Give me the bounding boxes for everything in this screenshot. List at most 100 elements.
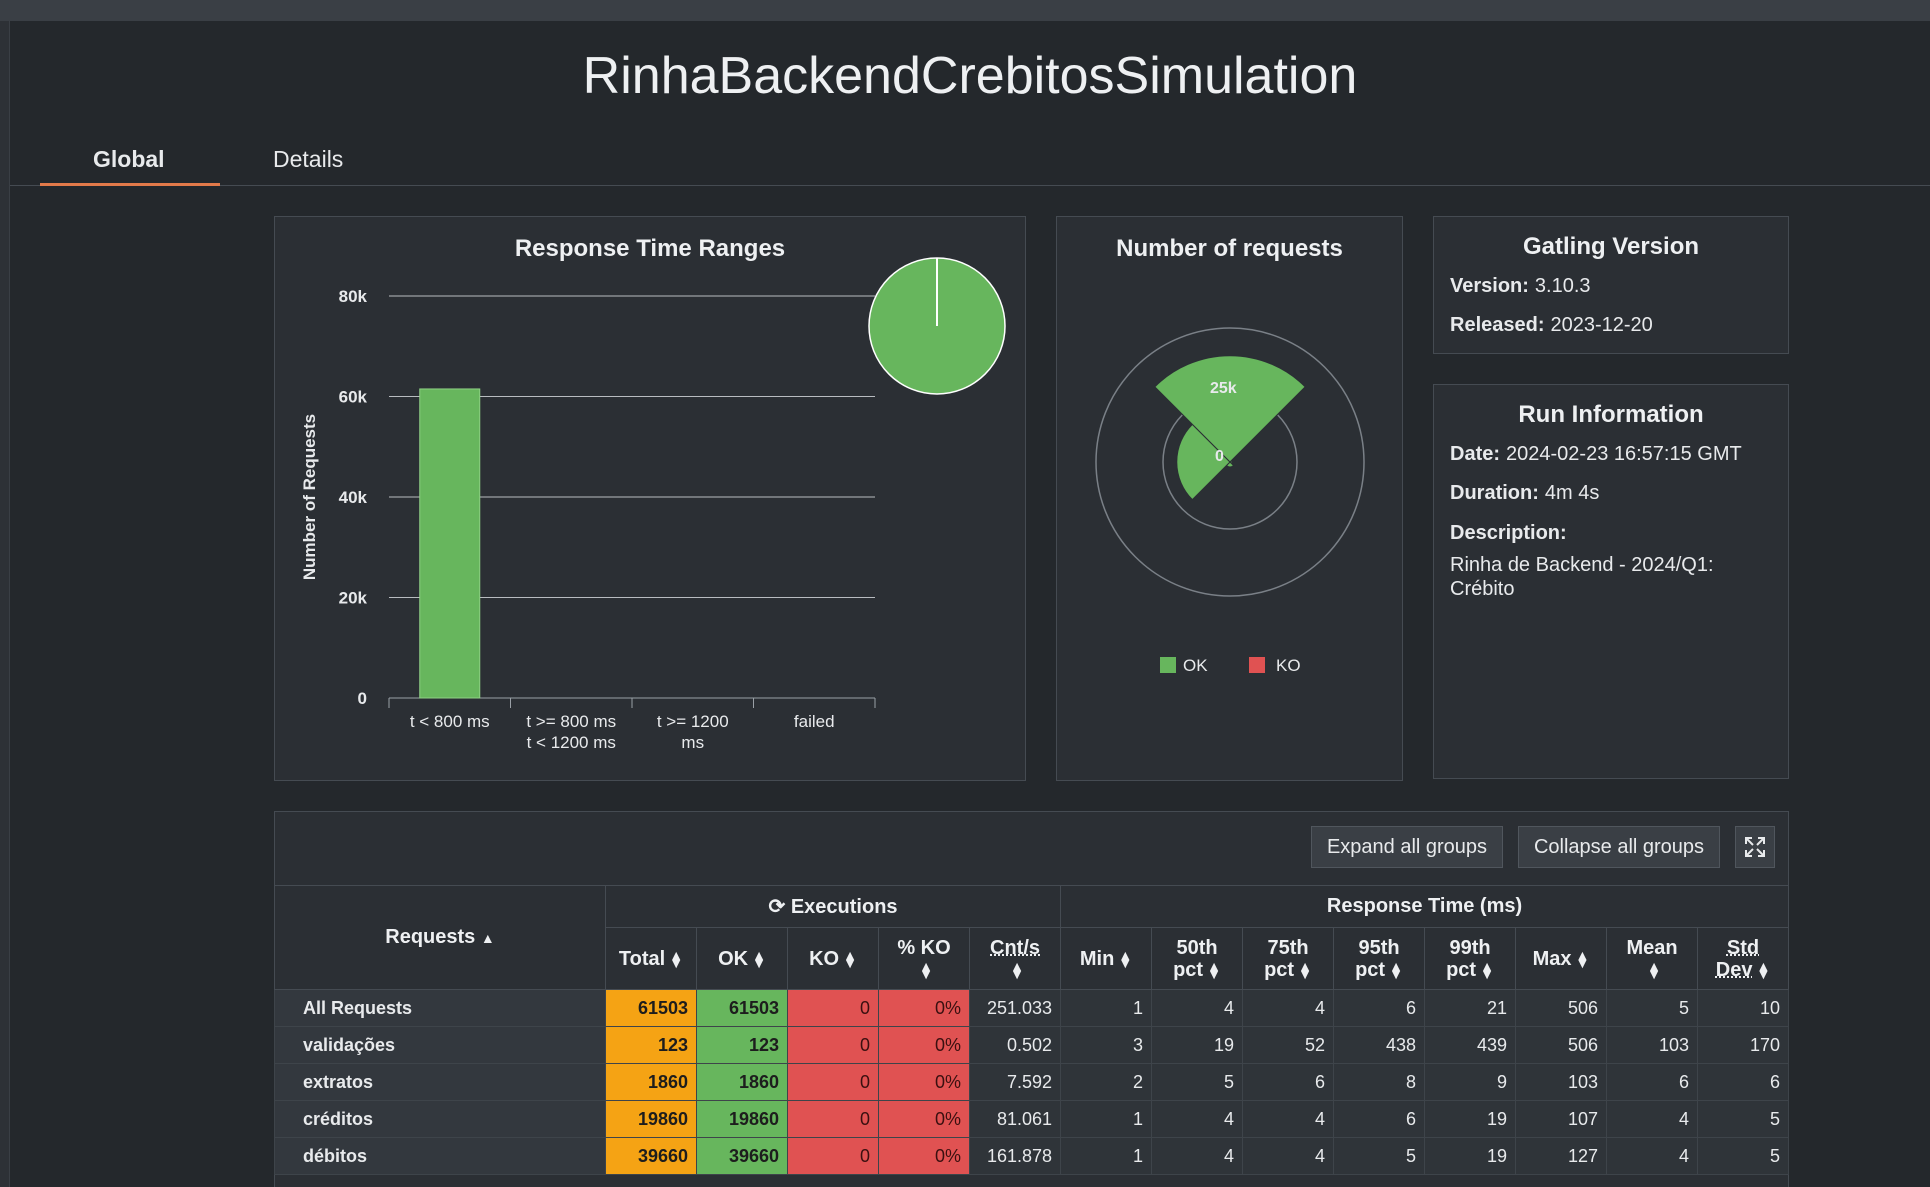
- version-row: Version: 3.10.3: [1450, 275, 1591, 298]
- requests-header[interactable]: Requests ▲: [274, 885, 606, 990]
- cell-ko: 0: [787, 1026, 879, 1064]
- cell-std: 170: [1697, 1026, 1790, 1064]
- left-sidebar: [0, 21, 10, 1187]
- sort-icon: ▲ ▼: [1575, 947, 1590, 972]
- cell-p95: 8: [1333, 1063, 1426, 1101]
- cell-ok: 39660: [696, 1137, 788, 1175]
- col-50th-pct[interactable]: 50th pct ▲ ▼: [1151, 927, 1244, 990]
- released-value: 2023-12-20: [1550, 314, 1653, 336]
- cell-p95: 6: [1333, 989, 1426, 1027]
- cell-max: 127: [1515, 1137, 1608, 1175]
- table-row[interactable]: débitos 39660 39660 0 0% 161.878 1 4 4 5 19 127 4 5: [274, 1137, 1790, 1175]
- tab-global[interactable]: Global: [93, 146, 165, 185]
- cell-pko: 0%: [878, 1063, 970, 1101]
- cell-p99: 9: [1424, 1063, 1517, 1101]
- cell-mean: 5: [1606, 989, 1699, 1027]
- request-name[interactable]: All Requests: [274, 989, 606, 1027]
- version-label: Version:: [1450, 275, 1529, 297]
- cell-total: 123: [605, 1026, 697, 1064]
- cell-cnt: 7.592: [968, 1063, 1062, 1101]
- table-row[interactable]: créditos 19860 19860 0 0% 81.061 1 4 4 6 19 107 4 5: [274, 1100, 1790, 1138]
- col-95th-pct[interactable]: 95th pct ▲ ▼: [1333, 927, 1426, 990]
- col-mean[interactable]: Mean ▲ ▼: [1606, 927, 1699, 990]
- description-value: Rinha de Backend - 2024/Q1: Crébito: [1450, 554, 1714, 600]
- col-cnt-s[interactable]: Cnt/s ▲ ▼: [968, 927, 1062, 990]
- cell-std: 5: [1697, 1100, 1790, 1138]
- duration-label: Duration:: [1450, 482, 1539, 504]
- cell-total: 61503: [605, 989, 697, 1027]
- cell-p95: 5: [1333, 1137, 1426, 1175]
- col-max[interactable]: Max ▲ ▼: [1515, 927, 1608, 990]
- date-label: Date:: [1450, 443, 1501, 465]
- cell-mean: 4: [1606, 1137, 1699, 1175]
- col-ok[interactable]: OK ▲ ▼: [696, 927, 788, 990]
- cell-ko: 0: [787, 989, 879, 1027]
- number-of-requests-chart: 25k 0 OK KO: [1095, 327, 1365, 675]
- request-name[interactable]: créditos: [274, 1100, 606, 1138]
- col-pct-label: pct: [1264, 958, 1295, 981]
- y-tick-label: 20k: [339, 589, 368, 608]
- date-row: Date: 2024-02-23 16:57:15 GMT: [1450, 443, 1742, 466]
- cell-p95: 6: [1333, 1100, 1426, 1138]
- bar: [419, 388, 481, 699]
- cell-max: 103: [1515, 1063, 1608, 1101]
- number-of-requests-panel: Number of requests 25k 0 OK KO: [1056, 216, 1403, 781]
- cell-pko: 0%: [878, 1100, 970, 1138]
- request-name[interactable]: validações: [274, 1026, 606, 1064]
- sort-icon: ▲ ▼: [1480, 958, 1494, 983]
- cell-mean: 6: [1606, 1063, 1699, 1101]
- x-tick-label: ms: [681, 733, 704, 752]
- col-ko[interactable]: KO ▲ ▼: [787, 927, 879, 990]
- y-tick-label: 60k: [339, 388, 368, 407]
- cell-p99: 19: [1424, 1137, 1517, 1175]
- response-time-ranges-chart: 0 20k 40k 60k 80k t < 800 ms t >= 800 ms t < 1…: [300, 257, 1006, 752]
- cell-total: 19860: [605, 1100, 697, 1138]
- fullscreen-button[interactable]: [1735, 826, 1775, 868]
- cell-min: 1: [1060, 1100, 1153, 1138]
- table-row[interactable]: extratos 1860 1860 0 0% 7.592 2 5 6 8 9 103 6 6: [274, 1063, 1790, 1101]
- active-tab-indicator: [40, 183, 220, 186]
- col-pct-ko[interactable]: % KO ▲ ▼: [878, 927, 970, 990]
- cell-max: 107: [1515, 1100, 1608, 1138]
- y-tick-label: 0: [358, 689, 367, 708]
- cell-p50: 4: [1151, 1137, 1244, 1175]
- expand-all-groups-button[interactable]: Expand all groups: [1311, 826, 1503, 868]
- cell-p95: 438: [1333, 1026, 1426, 1064]
- cell-p75: 52: [1242, 1026, 1335, 1064]
- col-total-label: Total: [618, 947, 666, 970]
- response-time-group-header: Response Time (ms): [1060, 885, 1790, 928]
- table-row[interactable]: All Requests 61503 61503 0 0% 251.033 1 4 4 6 21 50…: [274, 989, 1790, 1027]
- collapse-all-groups-button[interactable]: Collapse all groups: [1518, 826, 1720, 868]
- col-min[interactable]: Min ▲ ▼: [1060, 927, 1153, 990]
- col-75th-pct[interactable]: 75th pct ▲ ▼: [1242, 927, 1335, 990]
- col-99th-pct[interactable]: 99th pct ▲ ▼: [1424, 927, 1517, 990]
- cell-cnt: 0.502: [968, 1026, 1062, 1064]
- request-name[interactable]: débitos: [274, 1137, 606, 1175]
- executions-label: Executions: [790, 896, 898, 918]
- legend-ok-swatch: [1160, 657, 1176, 673]
- tab-details[interactable]: Details: [273, 146, 343, 185]
- cell-total: 1860: [605, 1063, 697, 1101]
- cell-ko: 0: [787, 1137, 879, 1175]
- col-50th-label: 50th: [1176, 936, 1218, 959]
- released-label: Released:: [1450, 314, 1545, 336]
- top-bar: [0, 0, 1930, 21]
- request-name[interactable]: extratos: [274, 1063, 606, 1101]
- y-tick-label: 80k: [339, 287, 368, 306]
- cell-min: 3: [1060, 1026, 1153, 1064]
- col-75th-label: 75th: [1267, 936, 1309, 959]
- x-tick-label: t < 800 ms: [410, 712, 490, 731]
- cell-p50: 4: [1151, 1100, 1244, 1138]
- ring-label-0: 0: [1215, 448, 1224, 465]
- cell-p75: 6: [1242, 1063, 1335, 1101]
- cell-std: 10: [1697, 989, 1790, 1027]
- col-std-dev[interactable]: Std Dev ▲ ▼: [1697, 927, 1790, 990]
- table-row[interactable]: validações 123 123 0 0% 0.502 3 19 52 438 439 506 10…: [274, 1026, 1790, 1064]
- x-tick-label: t < 1200 ms: [527, 733, 616, 752]
- polar-wedge: [1154, 355, 1306, 463]
- legend-ok-label: OK: [1183, 656, 1208, 675]
- col-mean-label: Mean: [1626, 936, 1678, 959]
- cell-cnt: 251.033: [968, 989, 1062, 1027]
- cell-ok: 61503: [696, 989, 788, 1027]
- col-total[interactable]: Total ▲ ▼: [605, 927, 697, 990]
